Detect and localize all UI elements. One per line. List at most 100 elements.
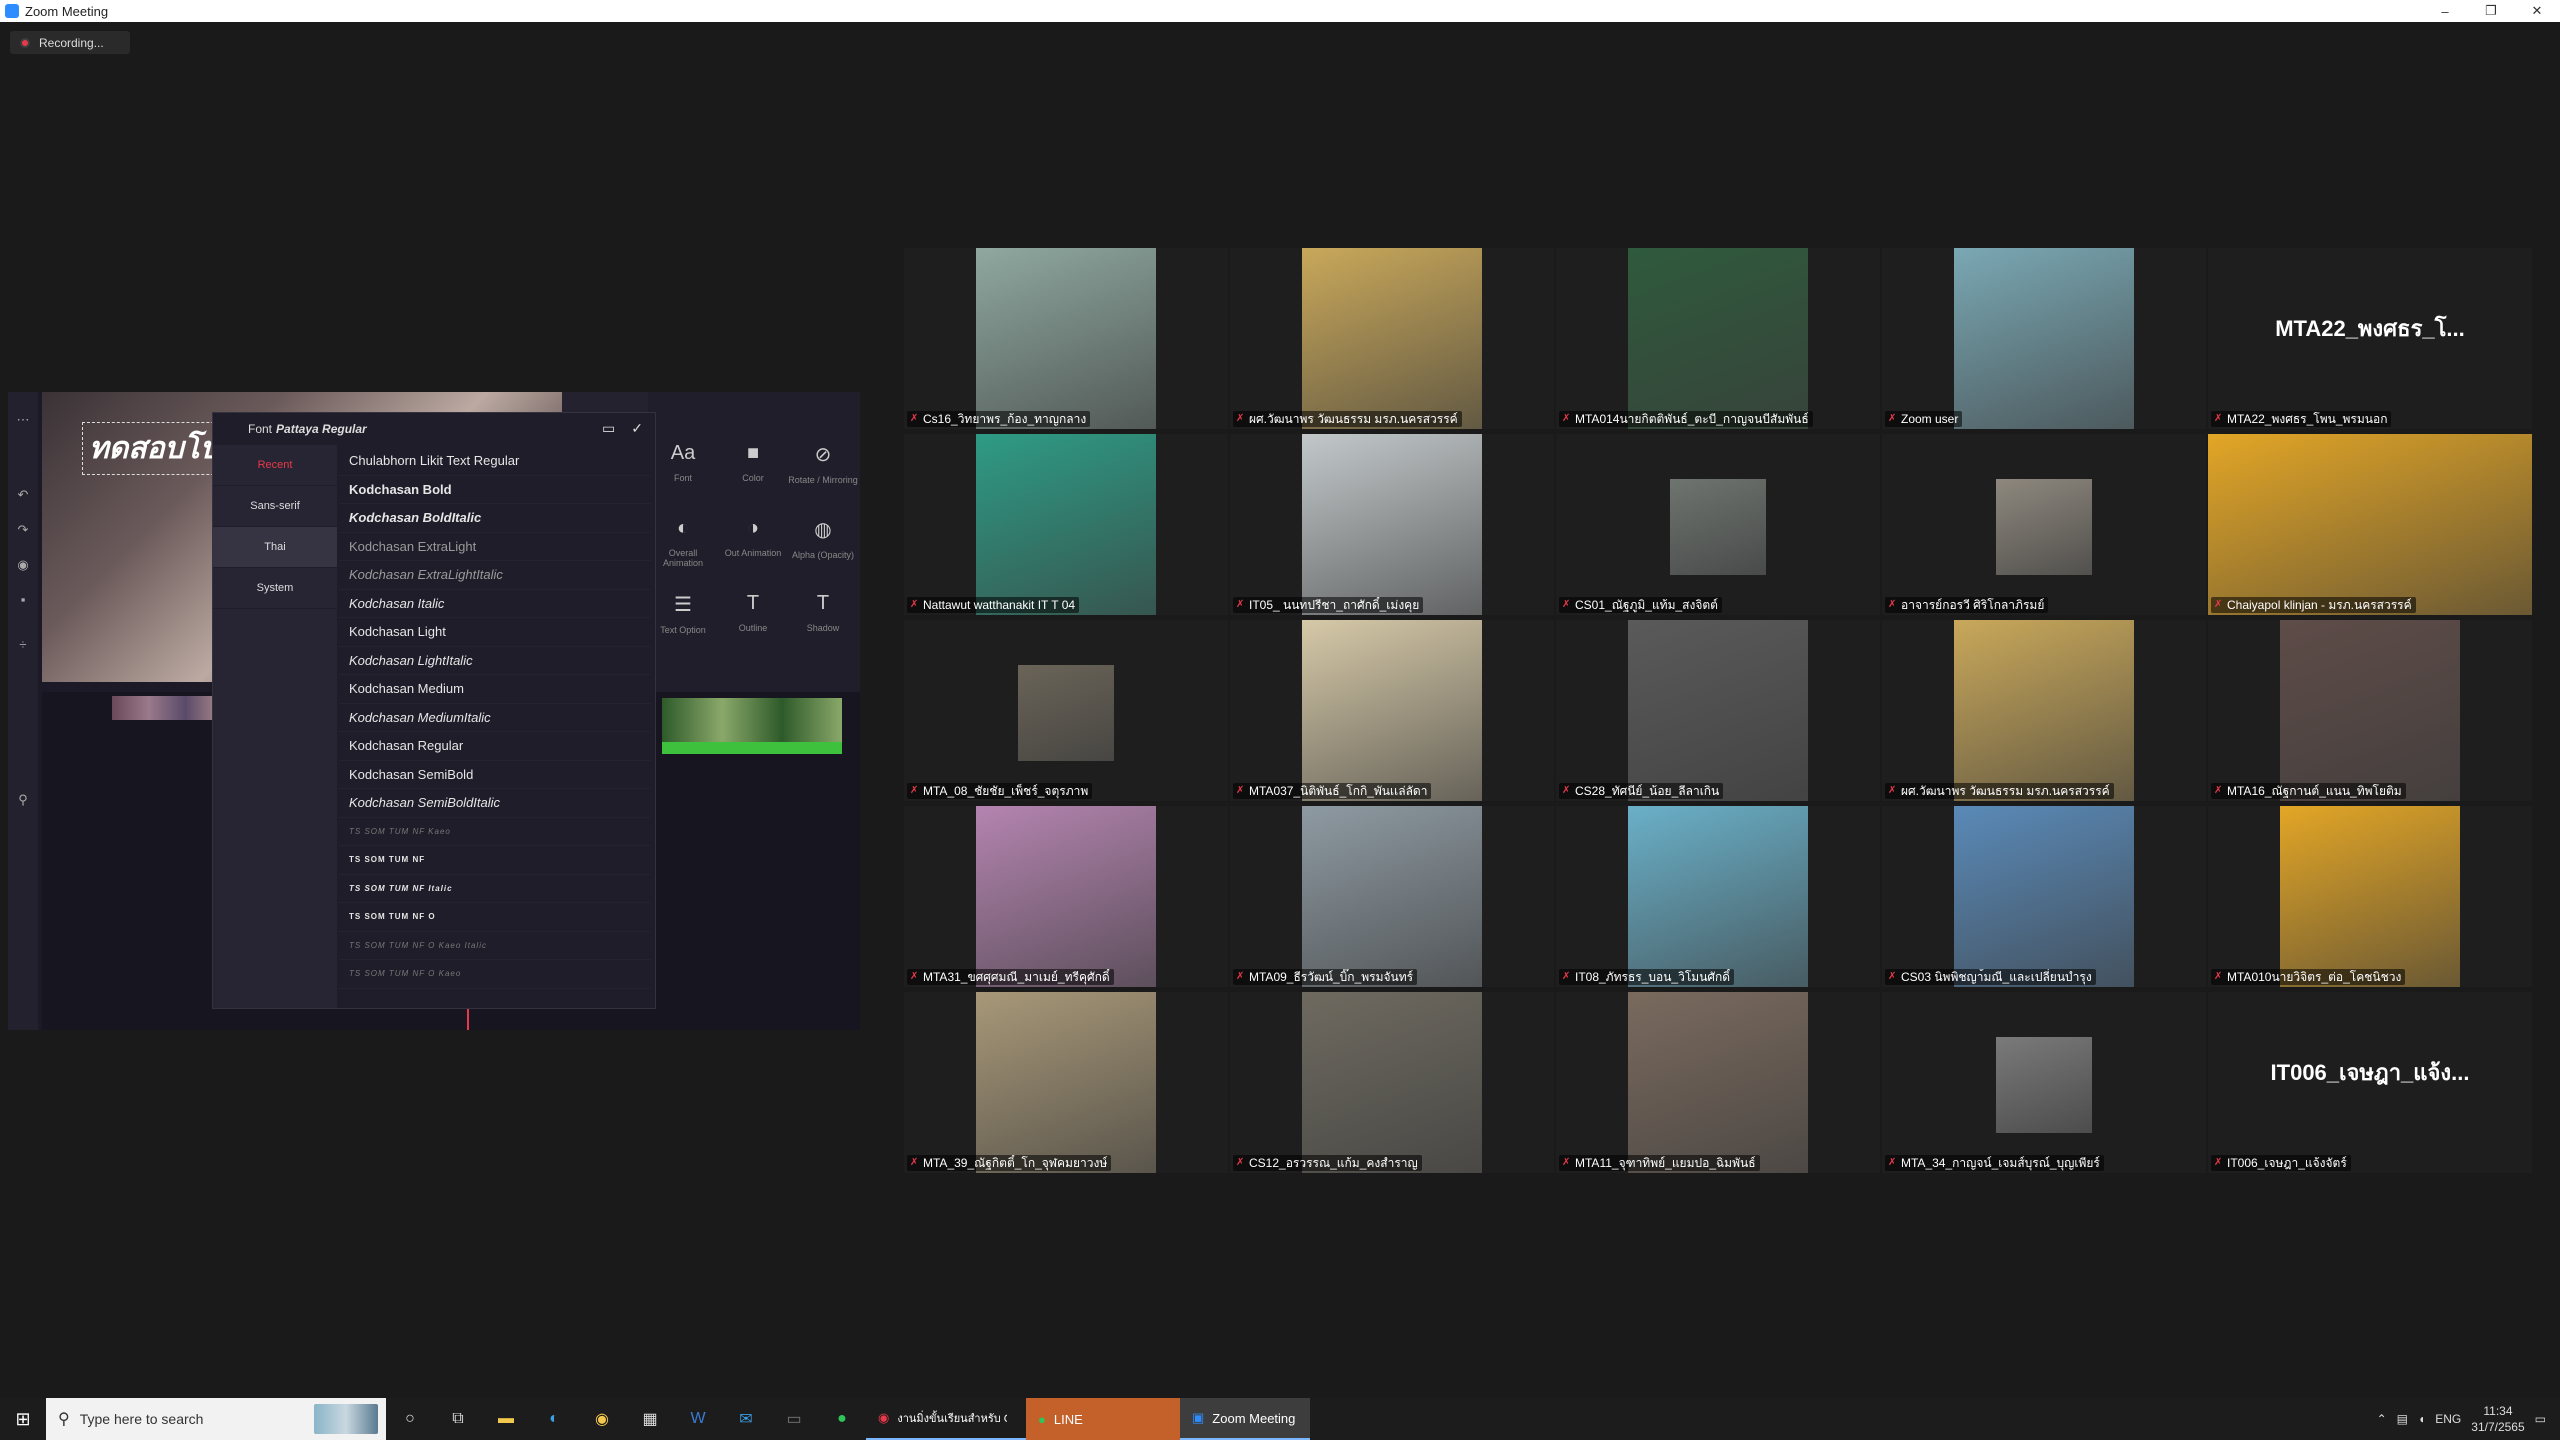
network-icon[interactable]: ▤ — [2397, 1412, 2408, 1426]
font-item[interactable]: Kodchasan Italic — [339, 590, 651, 618]
font-picker-dialog: Font Pattaya Regular ▭ ✓ Recent Sans-ser… — [212, 412, 656, 1009]
font-item[interactable]: Kodchasan SemiBoldItalic — [339, 789, 651, 818]
font-item[interactable]: Kodchasan Bold — [339, 476, 651, 504]
participant-tile[interactable]: ✗ MTA09_ธีรวัฒน์_บิ๊ก_พรมจันทร์ — [1230, 806, 1554, 987]
category-thai[interactable]: Thai — [213, 527, 337, 568]
participant-tile[interactable]: ✗ CS01_ณัฐภูมิ_แท้ม_สงจิตต์ — [1556, 434, 1880, 615]
volume-icon[interactable]: ◖ — [2418, 1412, 2425, 1426]
font-item[interactable]: TS SOM TUM NF O — [339, 903, 651, 932]
font-item[interactable]: TS SOM TUM NF O Kaeo — [339, 960, 651, 989]
save-font-icon[interactable]: ▭ — [602, 420, 615, 437]
search-input[interactable]: Type here to search — [80, 1411, 204, 1427]
font-item[interactable]: Kodchasan Regular — [339, 732, 651, 761]
word-icon[interactable]: W — [674, 1398, 722, 1440]
font-item[interactable]: Kodchasan SemiBold — [339, 761, 651, 789]
lang-indicator[interactable]: ENG — [2435, 1412, 2461, 1426]
font-item[interactable]: TS SOM TUM NF Italic — [339, 875, 651, 903]
rotate-tool[interactable]: ⊘ Rotate / Mirroring — [788, 442, 858, 485]
taskbar-chrome-window[interactable]: ◉ งานมิ่งขั้นเรียนสำหรับ C... — [866, 1398, 1026, 1440]
clock[interactable]: 11:34 31/7/2565 — [2471, 1403, 2524, 1435]
participant-tile[interactable]: ✗ IT05_ นนทปรีชา_ถาศักดิ์_เม่งคุย — [1230, 434, 1554, 615]
line-app-icon[interactable]: ● — [818, 1398, 866, 1440]
taskbar-search[interactable]: ⚲ Type here to search — [46, 1398, 386, 1440]
task-view-icon[interactable]: ⧉ — [434, 1398, 482, 1440]
shadow-tool[interactable]: T Shadow — [788, 592, 858, 633]
category-system[interactable]: System — [213, 568, 337, 609]
participant-tile[interactable]: ✗ Nattawut watthanakit IT T 04 — [904, 434, 1228, 615]
more-icon[interactable]: ⋯ — [15, 412, 31, 428]
file-explorer-icon[interactable]: ▬ — [482, 1398, 530, 1440]
participant-tile[interactable]: ✗ Chaiyapol klinjan - มรภ.นครสวรรค์ — [2208, 434, 2532, 615]
alpha-tool[interactable]: ◍ Alpha (Opacity) — [788, 517, 858, 560]
participant-tile[interactable]: ✗ MTA_39_ณัฐกิตติ์_โก_จุฬคมยาวงษ์ — [904, 992, 1228, 1173]
color-tool[interactable]: ■ Color — [718, 442, 788, 483]
clock-date: 31/7/2565 — [2471, 1420, 2525, 1434]
font-item[interactable]: Kodchasan MediumItalic — [339, 704, 651, 732]
font-item[interactable]: Kodchasan BoldItalic — [339, 504, 651, 533]
font-item[interactable]: TS SOM TUM NF O Kaeo Italic — [339, 932, 651, 960]
overall-animation-tool[interactable]: ◐ Overall Animation — [648, 517, 718, 568]
participant-tile[interactable]: ✗ MTA014นายกิตติพันธ์_ตะบี_กาญจนบีสัมพันธ… — [1556, 248, 1880, 429]
text-option-tool[interactable]: ☰ Text Option — [648, 592, 718, 635]
participant-tile[interactable]: ✗ Zoom user — [1882, 248, 2206, 429]
participant-tile[interactable]: ✗ MTA31_ขศศุศมณี_มาเมย์_ทรีคุศักดิ์ — [904, 806, 1228, 987]
category-sans-serif[interactable]: Sans-serif — [213, 486, 337, 527]
participant-tile[interactable]: ✗ CS28_ทัศนีย์_น้อย_ลีลาเกิน — [1556, 620, 1880, 801]
participant-tile[interactable]: ✗ MTA16_ณัฐกานต์_แนน_ทิพโยติม — [2208, 620, 2532, 801]
mail-icon[interactable]: ✉ — [722, 1398, 770, 1440]
category-recent[interactable]: Recent — [213, 445, 337, 486]
tray-overflow-icon[interactable]: ⌃ — [2377, 1412, 2387, 1426]
close-button[interactable]: ✕ — [2514, 0, 2560, 22]
font-item[interactable]: TS SOM TUM NF — [339, 846, 651, 875]
windows-start-icon[interactable]: ⊞ — [0, 1398, 46, 1440]
participant-name: MTA_39_ณัฐกิตติ์_โก_จุฬคมยาวงษ์ — [923, 1156, 1108, 1170]
split-icon[interactable]: ÷ — [15, 637, 31, 653]
redo-icon[interactable]: ↷ — [15, 522, 31, 538]
notification-icon[interactable]: ▭ — [2535, 1412, 2546, 1426]
recording-indicator[interactable]: Recording... — [10, 31, 130, 54]
store-icon[interactable]: ▦ — [626, 1398, 674, 1440]
audio-clip[interactable] — [662, 742, 842, 754]
font-item[interactable]: Kodchasan Medium — [339, 675, 651, 704]
minimize-button[interactable]: – — [2422, 0, 2468, 22]
font-item[interactable]: Kodchasan ExtraLight — [339, 533, 651, 561]
timeline-thumbnails[interactable] — [112, 696, 222, 720]
participant-tile[interactable]: ✗ CS12_อรวรรณ_แก้ม_คงสำราญ — [1230, 992, 1554, 1173]
font-item[interactable]: TS SOM TUM NF Kaeo — [339, 818, 651, 846]
out-animation-tool[interactable]: ◑ Out Animation — [718, 517, 788, 558]
participant-tile[interactable]: IT006_เจษฎา_แจ้ง... ✗ IT006_เจษฎา_แจ้งจัตร… — [2208, 992, 2532, 1173]
taskbar-zoom-window[interactable]: ▣ Zoom Meeting — [1180, 1398, 1310, 1440]
cortana-icon[interactable]: ○ — [386, 1398, 434, 1440]
participant-tile[interactable]: MTA22_พงศธร_โ... ✗ MTA22_พงศธร_โพน_พรมนอก — [2208, 248, 2532, 429]
participant-tile[interactable]: ✗ อาจารย์กอรวี ศิริโกลาภิรมย์ — [1882, 434, 2206, 615]
participant-tile[interactable]: ✗ ผศ.วัฒนาพร วัฒนธรรม มรภ.นครสวรรค์ — [1882, 620, 2206, 801]
confirm-font-icon[interactable]: ✓ — [631, 420, 643, 437]
taskbar-line-window[interactable]: ● LINE — [1026, 1398, 1180, 1440]
font-item[interactable]: Chulabhorn Likit Text Regular — [339, 447, 651, 476]
edge-icon[interactable]: ◐ — [530, 1398, 578, 1440]
undo-icon[interactable]: ↶ — [15, 487, 31, 503]
font-item[interactable]: Kodchasan ExtraLightItalic — [339, 561, 651, 590]
participant-tile[interactable]: ✗ MTA_34_กาญจน์_เจมส์บุรณ์_บุญเพียร์ — [1882, 992, 2206, 1173]
participant-name-label: ✗ MTA037_นิติพันธ์_โกกิ_พันเเล่ลัดา — [1233, 783, 1432, 799]
font-tool[interactable]: Aa Font — [648, 442, 718, 483]
app-icon[interactable]: ▭ — [770, 1398, 818, 1440]
muted-mic-icon: ✗ — [2214, 599, 2223, 610]
participant-tile[interactable]: ✗ MTA_08_ชัยชัย_เพ็ชร์_จตุรภาพ — [904, 620, 1228, 801]
participant-tile[interactable]: ✗ MTA11_จุฑาทิพย์_แยมปอ_ฉิมพันธ์ — [1556, 992, 1880, 1173]
participant-tile[interactable]: ✗ CS03 นิพพิชญา้มณี_และเปลี่ยนบำรุง — [1882, 806, 2206, 987]
delete-icon[interactable]: ▪ — [15, 592, 31, 608]
font-item[interactable]: Kodchasan LightItalic — [339, 647, 651, 675]
participant-tile[interactable]: ✗ Cs16_วิทยาพร_ก้อง_ทาญกลาง — [904, 248, 1228, 429]
participant-tile[interactable]: ✗ IT08_ภัทรธร_บอน_วิโมนศักดิ์ — [1556, 806, 1880, 987]
font-item[interactable]: Kodchasan Light — [339, 618, 651, 647]
pin-icon[interactable]: ⚲ — [15, 792, 31, 808]
layer-icon[interactable]: ◉ — [15, 557, 31, 573]
participant-tile[interactable]: ✗ MTA037_นิติพันธ์_โกกิ_พันเเล่ลัดา — [1230, 620, 1554, 801]
outline-tool[interactable]: T Outline — [718, 592, 788, 633]
restore-button[interactable]: ❐ — [2468, 0, 2514, 22]
participant-name-display: MTA22_พงศธร_โ... — [2275, 315, 2465, 341]
participant-tile[interactable]: ✗ ผศ.วัฒนาพร วัฒนธรรม มรภ.นครสวรรค์ — [1230, 248, 1554, 429]
chrome-icon[interactable]: ◉ — [578, 1398, 626, 1440]
participant-tile[interactable]: ✗ MTA010นายวิจิตร_ต่อ_โคชนิชวง — [2208, 806, 2532, 987]
